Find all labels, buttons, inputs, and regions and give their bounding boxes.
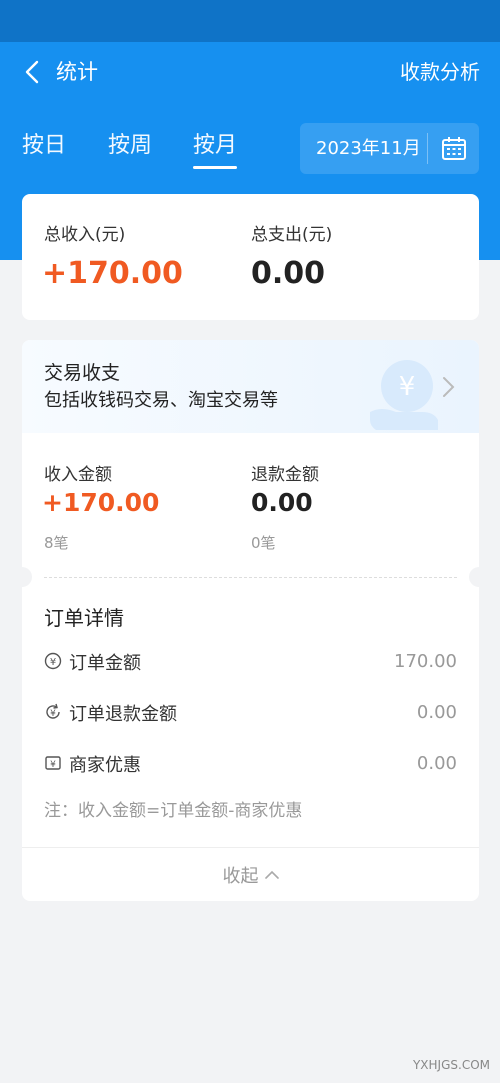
order-amount-label: 订单金额 — [69, 653, 141, 674]
coin-hand-icon: ¥ — [370, 360, 438, 430]
tab-month[interactable]: 按月 — [193, 128, 237, 164]
income-amount-value: +170.00 — [42, 488, 160, 517]
tab-week[interactable]: 按周 — [108, 128, 152, 164]
left-notch — [22, 567, 32, 587]
yuan-circle-icon: ¥ — [44, 652, 62, 670]
trade-header[interactable]: 交易收支 包括收钱码交易、淘宝交易等 ¥ — [22, 340, 479, 433]
trade-subtitle: 包括收钱码交易、淘宝交易等 — [44, 390, 278, 411]
date-picker[interactable]: 2023年11月 — [300, 123, 479, 174]
merchant-discount-label: 商家优惠 — [69, 755, 141, 776]
total-income-value: +170.00 — [42, 256, 183, 291]
right-notch — [469, 567, 479, 587]
date-divider — [427, 133, 428, 164]
total-income-label: 总收入(元) — [44, 225, 126, 245]
date-value: 2023年11月 — [316, 138, 421, 159]
order-refund-value: 0.00 — [416, 702, 457, 723]
page-title: 统计 — [56, 60, 98, 84]
watermark: YXHJGS.COM — [412, 1058, 490, 1072]
tab-day[interactable]: 按日 — [22, 128, 66, 164]
chevron-right-icon — [443, 377, 455, 397]
summary-card: 总收入(元) +170.00 总支出(元) 0.00 — [22, 194, 479, 320]
nav-bar: 统计 收款分析 — [0, 42, 500, 102]
trade-card: 交易收支 包括收钱码交易、淘宝交易等 ¥ 收入金额 +170.00 8笔 退款金… — [22, 340, 479, 901]
order-refund-label: 订单退款金额 — [69, 704, 177, 725]
svg-text:¥: ¥ — [50, 657, 56, 668]
refund-icon: ¥ — [46, 703, 60, 719]
coupon-icon: ¥ — [45, 756, 61, 770]
order-amount-value: 170.00 — [394, 651, 457, 672]
total-expense-value: 0.00 — [251, 256, 326, 291]
total-expense-label: 总支出(元) — [251, 225, 333, 245]
calendar-icon[interactable] — [441, 136, 467, 162]
refund-count: 0笔 — [251, 534, 276, 552]
collapse-button[interactable]: 收起 — [22, 848, 479, 901]
chevron-left-icon — [25, 60, 39, 84]
status-bar — [0, 0, 500, 42]
dashed-divider — [44, 577, 457, 578]
income-count: 8笔 — [44, 534, 69, 552]
income-amount-label: 收入金额 — [44, 465, 112, 485]
tab-active-indicator — [193, 166, 237, 169]
chevron-up-icon — [264, 870, 279, 879]
merchant-discount-value: 0.00 — [416, 753, 457, 774]
svg-text:¥: ¥ — [50, 760, 56, 770]
formula-note: 注：收入金额=订单金额-商家优惠 — [44, 801, 303, 821]
back-button[interactable] — [14, 56, 50, 88]
refund-amount-label: 退款金额 — [251, 465, 319, 485]
refund-amount-value: 0.00 — [251, 488, 313, 517]
svg-text:¥: ¥ — [50, 709, 56, 719]
order-detail-title: 订单详情 — [44, 606, 124, 630]
trade-title: 交易收支 — [44, 362, 121, 384]
svg-text:¥: ¥ — [399, 372, 416, 402]
collapse-label: 收起 — [222, 865, 259, 887]
analysis-link[interactable]: 收款分析 — [400, 56, 480, 88]
